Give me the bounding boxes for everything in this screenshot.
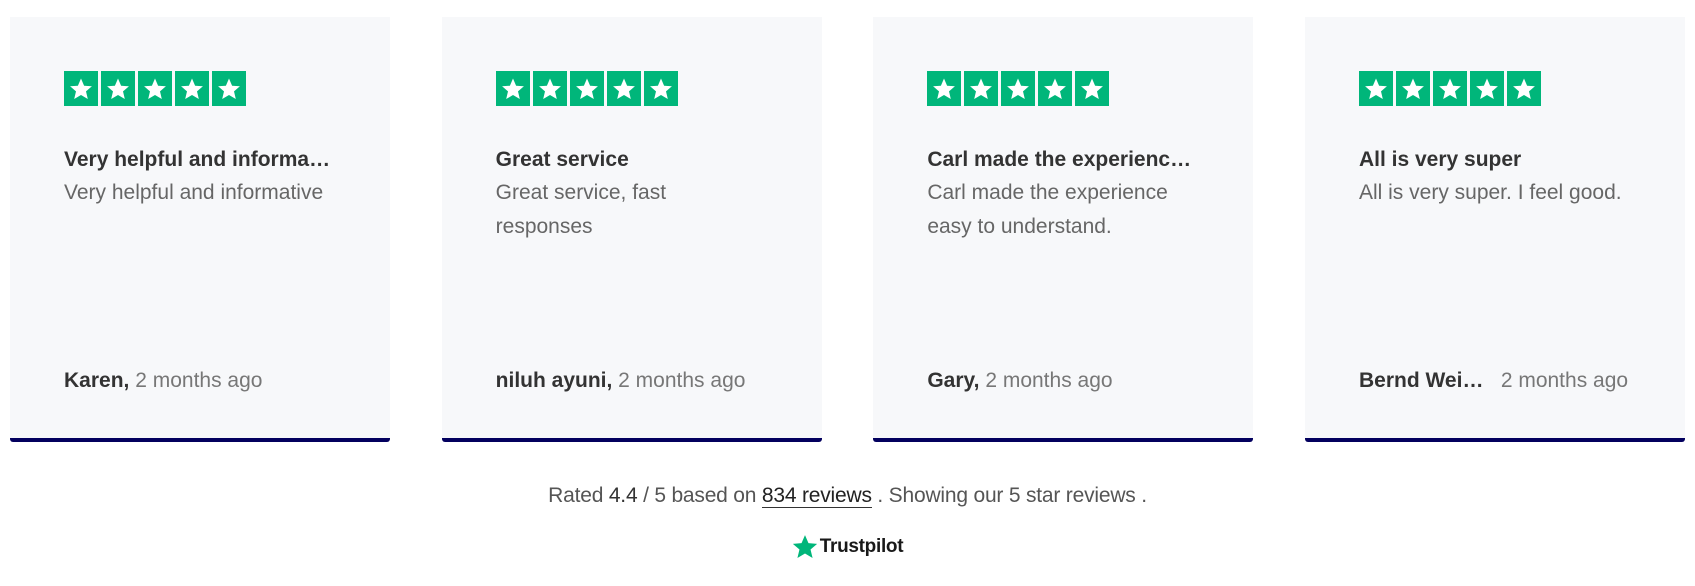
star-icon <box>1506 71 1541 106</box>
star-icon <box>532 71 567 106</box>
review-carousel: Very helpful and informati… Very helpful… <box>10 17 1685 442</box>
review-body: All is very super. I feel good. <box>1358 181 1622 204</box>
summary-scale: / 5 based on <box>643 484 757 507</box>
star-rating <box>495 71 768 106</box>
review-title: All is very super <box>1358 148 1522 171</box>
star-icon <box>212 71 246 106</box>
review-body: Very helpful and informative <box>64 181 324 204</box>
review-body: Great service, fast responses <box>495 181 667 238</box>
star-icon <box>1075 71 1110 106</box>
rating-summary: Rated 4.4 / 5 based on 834 reviews . Sho… <box>0 484 1695 508</box>
trustpilot-star-icon <box>792 535 817 558</box>
trustpilot-logo[interactable]: Trustpilot <box>0 534 1695 560</box>
star-icon <box>1038 71 1073 106</box>
review-author: Bernd Weid… <box>1358 369 1485 392</box>
star-rating <box>1358 71 1631 106</box>
star-icon <box>495 71 530 106</box>
review-time: 2 months ago <box>135 369 263 392</box>
star-icon <box>1469 71 1504 106</box>
review-body: Carl made the experience easy to underst… <box>927 181 1168 238</box>
star-icon <box>1395 71 1430 106</box>
star-icon <box>64 71 98 106</box>
review-time: 2 months ago <box>618 369 746 392</box>
star-rating <box>927 71 1199 106</box>
review-time: 2 months ago <box>1500 369 1629 392</box>
star-icon <box>927 71 962 106</box>
star-icon <box>606 71 641 106</box>
star-icon <box>1358 71 1393 106</box>
star-icon <box>643 71 678 106</box>
review-author: Gary, <box>927 369 980 392</box>
review-footer: Gary, 2 months ago <box>927 367 1233 395</box>
star-icon <box>175 71 209 106</box>
review-author: Karen, <box>64 369 130 392</box>
reviews-count-link[interactable]: 834 reviews <box>761 484 872 508</box>
star-icon <box>138 71 172 106</box>
review-time: 2 months ago <box>985 369 1113 392</box>
star-icon <box>1432 71 1467 106</box>
trustpilot-wordmark: Trustpilot <box>819 536 904 557</box>
review-title: Very helpful and informati… <box>64 148 336 171</box>
review-footer: niluh ayuni, 2 months ago <box>496 367 802 395</box>
star-icon <box>569 71 604 106</box>
summary-suffix: . Showing our 5 star reviews . <box>877 484 1147 507</box>
review-card[interactable]: All is very super All is very super. I f… <box>1304 17 1685 442</box>
review-author: niluh ayuni, <box>495 369 613 392</box>
star-icon <box>101 71 135 106</box>
star-rating <box>64 71 336 106</box>
review-footer: Bernd Weid… 2 months ago <box>1359 367 1665 395</box>
review-title: Carl made the experience … <box>927 148 1200 171</box>
review-footer: Karen, 2 months ago <box>64 367 370 395</box>
star-icon <box>1001 71 1036 106</box>
summary-prefix: Rated <box>548 484 604 507</box>
review-card[interactable]: Carl made the experience … Carl made the… <box>873 17 1254 442</box>
review-card[interactable]: Great service Great service, fast respon… <box>441 17 822 442</box>
review-card[interactable]: Very helpful and informati… Very helpful… <box>10 17 390 442</box>
review-title: Great service <box>495 148 629 171</box>
star-icon <box>964 71 999 106</box>
summary-rating: 4.4 <box>608 484 638 507</box>
